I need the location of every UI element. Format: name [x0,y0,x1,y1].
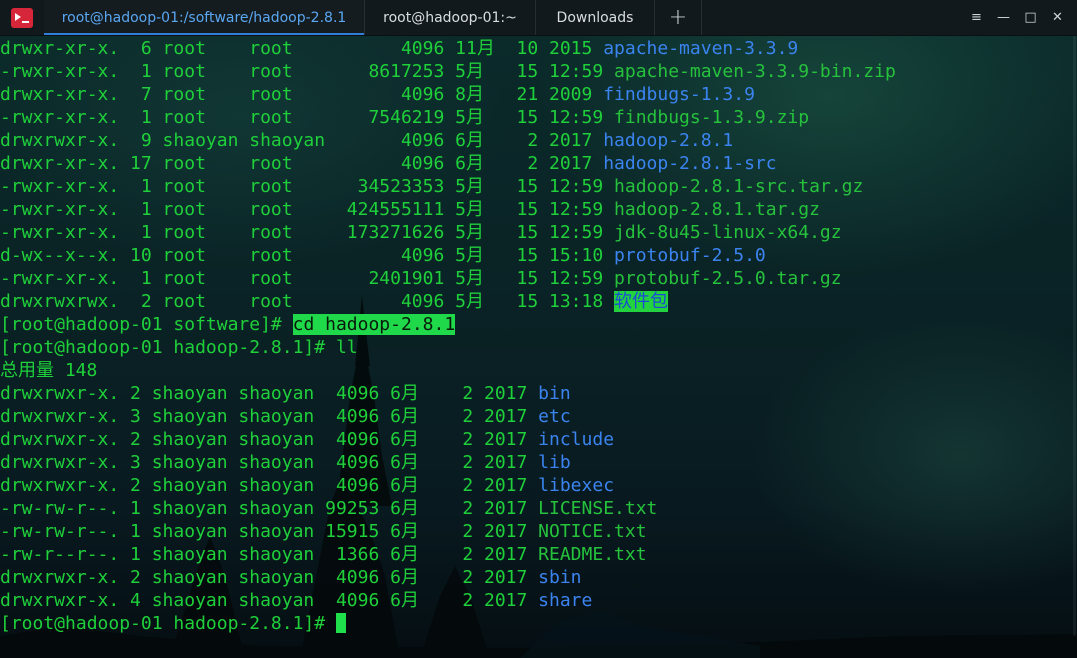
terminal-line: drwxrwxr-x. 3 shaoyan shaoyan 4096 6月 2 … [0,405,896,428]
file-name: protobuf-2.5.0.tar.gz [614,268,842,289]
terminal-line: -rw-r--r--. 1 shaoyan shaoyan 1366 6月 2 … [0,543,896,566]
terminal-line-text: d-wx--x--x. 10 root root 4096 5月 15 15:1… [0,245,615,266]
tab-hadoop-software[interactable]: root@hadoop-01:/software/hadoop-2.8.1 [44,0,365,35]
directory-name: protobuf-2.5.0 [614,245,766,266]
terminal-line: -rw-rw-r--. 1 shaoyan shaoyan 15915 6月 2… [0,520,896,543]
terminal-line-text: drwxr-xr-x. 6 root root 4096 11月 10 2015 [0,38,604,59]
terminal-line-text: -rwxr-xr-x. 1 root root 173271626 5月 15 … [0,222,615,243]
terminal-line-text: drwxrwxr-x. 3 shaoyan shaoyan 4096 6月 2 … [0,406,539,427]
terminal-line: -rw-rw-r--. 1 shaoyan shaoyan 99253 6月 2… [0,497,896,520]
menu-icon[interactable]: ≡ [963,10,990,25]
terminal-line: [root@hadoop-01 hadoop-2.8.1]# [0,612,896,635]
terminal-line: drwxrwxr-x. 4 shaoyan shaoyan 4096 6月 2 … [0,589,896,612]
terminal-line: drwxrwxr-x. 3 shaoyan shaoyan 4096 6月 2 … [0,451,896,474]
directory-name: hadoop-2.8.1-src [603,153,777,174]
directory-name: findbugs-1.3.9 [603,84,755,105]
window-controls: ≡ — □ ✕ [963,0,1077,35]
terminal-view[interactable]: drwxr-xr-x. 6 root root 4096 11月 10 2015… [0,36,1077,658]
close-icon[interactable]: ✕ [1044,10,1071,25]
file-name: jdk-8u45-linux-x64.gz [614,222,842,243]
terminal-line-text: drwxr-xr-x. 17 root root 4096 6月 2 2017 [0,153,604,174]
directory-name: lib [538,452,571,473]
directory-name: hadoop-2.8.1 [603,130,734,151]
tab-bar: root@hadoop-01:/software/hadoop-2.8.1 ro… [0,0,1077,36]
maximize-icon[interactable]: □ [1017,10,1044,25]
terminal-line: -rwxr-xr-x. 1 root root 2401901 5月 15 12… [0,267,896,290]
terminal-line: -rwxr-xr-x. 1 root root 7546219 5月 15 12… [0,106,896,129]
file-name: NOTICE.txt [538,521,647,542]
terminal-line-text: -rwxr-xr-x. 1 root root 34523353 5月 15 1… [0,176,615,197]
directory-name: bin [538,383,571,404]
directory-name: include [538,429,615,450]
terminal-line: drwxrwxrwx. 2 root root 4096 5月 15 13:18… [0,290,896,313]
directory-name: etc [538,406,571,427]
tab-root-home[interactable]: root@hadoop-01:~ [365,0,536,35]
file-name: findbugs-1.3.9.zip [614,107,810,128]
tab-downloads[interactable]: Downloads [536,0,655,35]
minimize-icon[interactable]: — [990,10,1017,25]
terminal-line: drwxrwxr-x. 2 shaoyan shaoyan 4096 6月 2 … [0,428,896,451]
terminal-line-text: [root@hadoop-01 software]# [0,314,293,335]
terminal-line-text: -rwxr-xr-x. 1 root root 424555111 5月 15 … [0,199,615,220]
terminal-line: -rwxr-xr-x. 1 root root 34523353 5月 15 1… [0,175,896,198]
file-name: hadoop-2.8.1.tar.gz [614,199,820,220]
file-name: README.txt [538,544,647,565]
file-name: hadoop-2.8.1-src.tar.gz [614,176,864,197]
terminal-line-text: [root@hadoop-01 hadoop-2.8.1]# [0,613,336,634]
terminal-output: drwxr-xr-x. 6 root root 4096 11月 10 2015… [0,37,896,635]
terminal-line-text: -rw-r--r--. 1 shaoyan shaoyan 1366 6月 2 … [0,544,539,565]
directory-name: apache-maven-3.3.9 [603,38,799,59]
highlighted-directory-name: 软件包 [614,291,669,312]
terminal-line: -rwxr-xr-x. 1 root root 8617253 5月 15 12… [0,60,896,83]
terminal-line: drwxrwxr-x. 2 shaoyan shaoyan 4096 6月 2 … [0,382,896,405]
highlighted-command: cd hadoop-2.8.1 [292,314,456,335]
directory-name: sbin [538,567,582,588]
file-name: LICENSE.txt [538,498,658,519]
terminal-line-text: drwxrwxr-x. 3 shaoyan shaoyan 4096 6月 2 … [0,452,539,473]
terminal-line: drwxrwxr-x. 9 shaoyan shaoyan 4096 6月 2 … [0,129,896,152]
terminal-line: [root@hadoop-01 software]# cd hadoop-2.8… [0,313,896,336]
terminal-line-text: drwxrwxr-x. 2 shaoyan shaoyan 4096 6月 2 … [0,383,539,404]
terminal-line: drwxr-xr-x. 7 root root 4096 8月 21 2009 … [0,83,896,106]
terminal-line-text: drwxrwxr-x. 2 shaoyan shaoyan 4096 6月 2 … [0,475,539,496]
add-tab-icon[interactable]: + [655,0,702,35]
terminal-cursor [335,613,346,633]
terminal-line: d-wx--x--x. 10 root root 4096 5月 15 15:1… [0,244,896,267]
terminal-line-text: -rwxr-xr-x. 1 root root 7546219 5月 15 12… [0,107,615,128]
terminal-line-text: -rw-rw-r--. 1 shaoyan shaoyan 15915 6月 2… [0,521,539,542]
terminal-line: [root@hadoop-01 hadoop-2.8.1]# ll [0,336,896,359]
terminal-line-text: drwxrwxr-x. 9 shaoyan shaoyan 4096 6月 2 … [0,130,604,151]
file-name: apache-maven-3.3.9-bin.zip [614,61,896,82]
terminal-line: 总用量 148 [0,359,896,382]
terminal-line: drwxrwxr-x. 2 shaoyan shaoyan 4096 6月 2 … [0,566,896,589]
terminal-line: -rwxr-xr-x. 1 root root 173271626 5月 15 … [0,221,896,244]
terminal-line-text: -rwxr-xr-x. 1 root root 8617253 5月 15 12… [0,61,615,82]
terminal-scrollbar[interactable] [1073,36,1076,636]
terminal-line-text: drwxrwxr-x. 2 shaoyan shaoyan 4096 6月 2 … [0,429,539,450]
directory-name: share [538,590,593,611]
terminal-line: drwxr-xr-x. 6 root root 4096 11月 10 2015… [0,37,896,60]
terminal-line-text: [root@hadoop-01 hadoop-2.8.1]# ll [0,337,358,358]
terminal-line: -rwxr-xr-x. 1 root root 424555111 5月 15 … [0,198,896,221]
terminal-line-text: 总用量 148 [0,360,98,381]
directory-name: libexec [538,475,615,496]
terminal-app-icon[interactable] [0,0,44,35]
terminal-line-text: -rw-rw-r--. 1 shaoyan shaoyan 99253 6月 2… [0,498,539,519]
terminal-line: drwxrwxr-x. 2 shaoyan shaoyan 4096 6月 2 … [0,474,896,497]
terminal-line: drwxr-xr-x. 17 root root 4096 6月 2 2017 … [0,152,896,175]
terminal-line-text: drwxrwxr-x. 2 shaoyan shaoyan 4096 6月 2 … [0,567,539,588]
terminal-line-text: drwxrwxr-x. 4 shaoyan shaoyan 4096 6月 2 … [0,590,539,611]
terminal-line-text: drwxrwxrwx. 2 root root 4096 5月 15 13:18 [0,291,615,312]
terminal-line-text: -rwxr-xr-x. 1 root root 2401901 5月 15 12… [0,268,615,289]
terminal-line-text: drwxr-xr-x. 7 root root 4096 8月 21 2009 [0,84,604,105]
